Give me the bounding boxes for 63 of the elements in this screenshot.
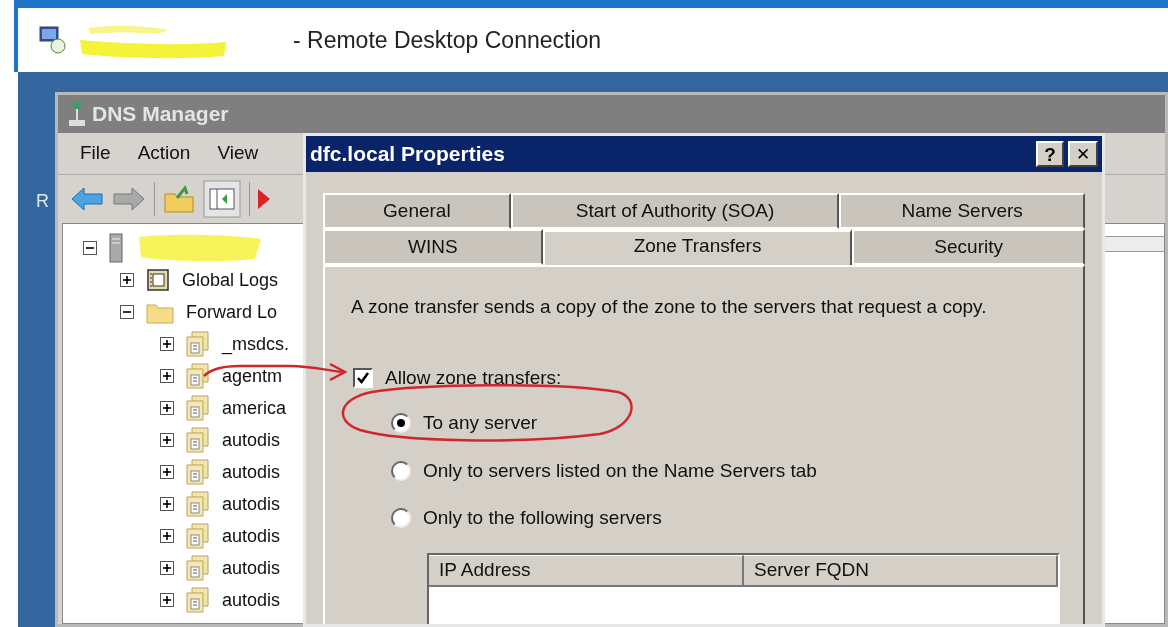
expand-icon[interactable] — [160, 369, 174, 383]
menu-item[interactable]: View — [217, 139, 259, 168]
zone-file-icon — [186, 363, 210, 389]
menu-item[interactable]: Action — [137, 139, 191, 168]
zone-file-icon — [186, 491, 210, 517]
column-header[interactable]: IP Address — [429, 554, 744, 587]
expand-icon[interactable] — [160, 529, 174, 543]
window-title: DNS Manager — [92, 101, 229, 128]
column-header[interactable]: Server FQDN — [744, 554, 1058, 587]
checkbox[interactable] — [353, 367, 373, 388]
server-icon — [109, 233, 123, 263]
tree-item[interactable]: autodis — [222, 522, 281, 550]
tab[interactable]: Name Servers — [839, 193, 1085, 229]
menu-item[interactable]: File — [80, 139, 111, 168]
tree-item[interactable]: Global Logs — [182, 266, 279, 294]
zone-file-icon — [186, 523, 210, 549]
close-button[interactable]: ✕ — [1068, 141, 1098, 167]
radio-label: To any server — [423, 411, 538, 435]
zone-file-icon — [186, 587, 210, 613]
expand-icon[interactable] — [160, 401, 174, 415]
expand-icon[interactable] — [120, 273, 134, 287]
dialog-title: dfc.local Properties — [310, 141, 505, 168]
tree-item[interactable]: agentm — [222, 362, 283, 390]
expand-icon[interactable] — [160, 465, 174, 479]
collapse-icon[interactable] — [83, 241, 97, 255]
tab[interactable]: WINS — [323, 229, 543, 265]
tab[interactable]: Start of Authority (SOA) — [510, 193, 840, 229]
expand-icon[interactable] — [160, 593, 174, 607]
tab[interactable]: General — [323, 193, 511, 229]
radio-button[interactable] — [391, 460, 411, 481]
description-text: A zone transfer sends a copy of the zone to the servers that request a copy. — [351, 295, 988, 319]
tree-item[interactable]: autodis — [222, 586, 281, 614]
zone-file-icon — [186, 427, 210, 453]
tab[interactable]: Zone Transfers — [542, 229, 853, 265]
remote-desktop-icon — [38, 25, 68, 55]
radio-button[interactable] — [391, 508, 411, 529]
tree-item[interactable]: america — [222, 394, 287, 422]
tree-item[interactable]: autodis — [222, 458, 281, 486]
tab[interactable]: Security — [852, 229, 1085, 265]
window-title: - Remote Desktop Connection — [293, 25, 602, 55]
tree-item[interactable]: autodis — [222, 426, 281, 454]
desktop-label: R — [36, 190, 49, 213]
radio-label: Only to servers listed on the Name Servers tab — [423, 458, 817, 483]
expand-icon[interactable] — [160, 337, 174, 351]
console-tree-icon[interactable] — [203, 180, 241, 218]
expand-icon[interactable] — [160, 433, 174, 447]
help-button[interactable]: ? — [1036, 141, 1064, 167]
expand-icon[interactable] — [160, 497, 174, 511]
radio-label: Only to the following servers — [423, 506, 662, 530]
tree-item[interactable]: autodis — [222, 490, 281, 518]
expand-icon[interactable] — [160, 561, 174, 575]
back-arrow-icon[interactable] — [70, 186, 104, 212]
zone-file-icon — [186, 459, 210, 485]
zone-file-icon — [186, 555, 210, 581]
tree-item[interactable]: autodis — [222, 554, 281, 582]
log-book-icon — [146, 268, 170, 292]
radio-button[interactable] — [391, 413, 411, 434]
tree-item[interactable]: Forward Lo — [186, 298, 278, 326]
zone-file-icon — [186, 331, 210, 357]
zone-file-icon — [186, 395, 210, 421]
tree-item[interactable]: _msdcs. — [222, 330, 290, 358]
collapse-icon[interactable] — [120, 305, 134, 319]
checkbox-label: Allow zone transfers: — [385, 365, 562, 390]
